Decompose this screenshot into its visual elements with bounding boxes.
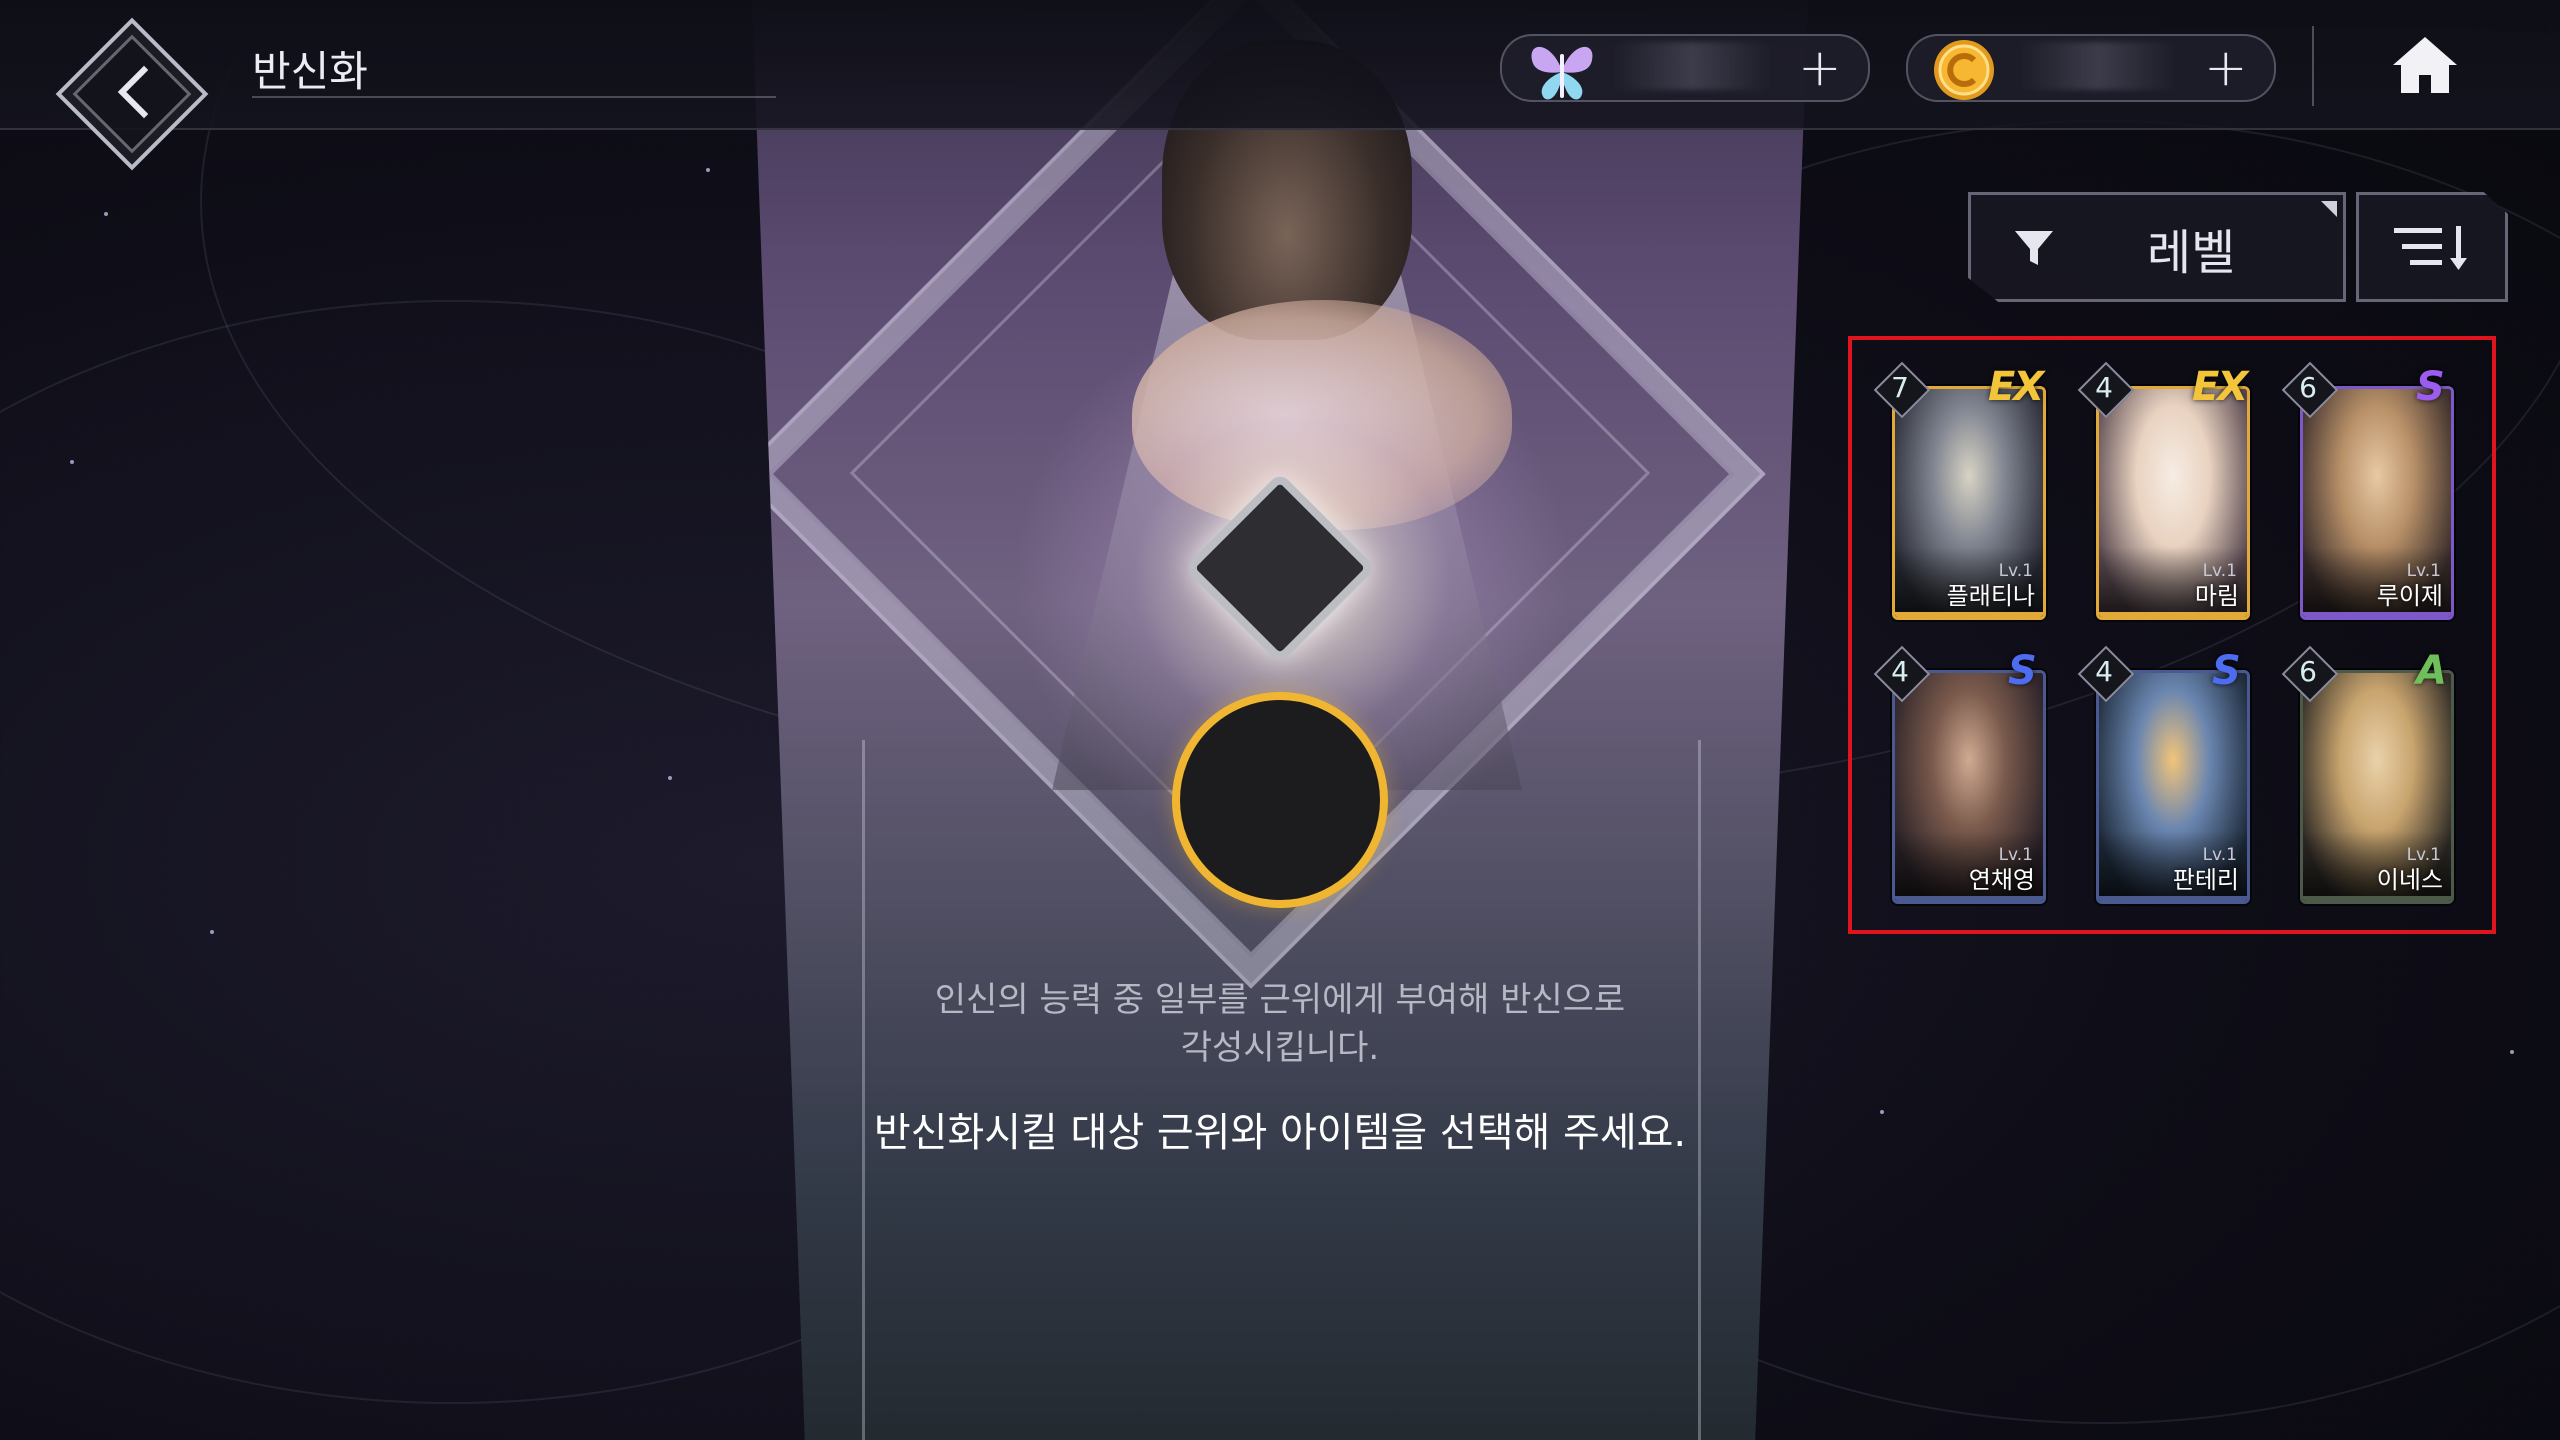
sort-icon: [2394, 226, 2467, 270]
grade-badge: A: [2416, 648, 2447, 694]
home-icon[interactable]: [2389, 33, 2461, 97]
star-count: 4: [2095, 371, 2113, 404]
star-count: 4: [2095, 655, 2113, 688]
butterfly-resource: +: [1500, 34, 1870, 102]
sort-order-button[interactable]: [2356, 192, 2508, 302]
butterfly-icon: [1520, 28, 1604, 112]
hero-card[interactable]: Lv.1 마림: [2096, 386, 2250, 620]
star-count: 6: [2299, 655, 2317, 688]
rarity-bar: [2099, 896, 2247, 901]
grade-badge: S: [2416, 364, 2445, 410]
instruction-text: 반신화시킬 대상 근위와 아이템을 선택해 주세요.: [873, 1110, 1687, 1156]
butterfly-count: [1612, 42, 1772, 90]
grade-badge: S: [2008, 648, 2037, 694]
hero-name: 플래티나: [1946, 582, 2035, 610]
rarity-bar: [2303, 896, 2451, 901]
gold-count: [2018, 42, 2178, 90]
grade-badge: EX: [2192, 364, 2248, 410]
hero-card[interactable]: Lv.1 판테리: [2096, 670, 2250, 904]
hero-card[interactable]: Lv.1 이네스: [2300, 670, 2454, 904]
description-text: 인신의 능력 중 일부를 근위에게 부여해 반신으로 각성시킵니다.: [800, 976, 1760, 1072]
top-bar: 반신화 + +: [0, 0, 2560, 171]
panel-line: [862, 740, 865, 1440]
hero-name: 마림: [2194, 582, 2239, 610]
hero-name: 판테리: [2172, 866, 2239, 894]
description-line: 각성시킵니다.: [1180, 1028, 1380, 1068]
rarity-bar: [1895, 896, 2043, 901]
hero-name: 이네스: [2376, 866, 2443, 894]
gold-resource: +: [1906, 34, 2276, 102]
rarity-bar: [2303, 612, 2451, 617]
hero-card[interactable]: Lv.1 루이제: [2300, 386, 2454, 620]
level-filter-button[interactable]: 레벨: [1968, 192, 2346, 302]
filter-icon: [2015, 231, 2053, 265]
rarity-bar: [1895, 612, 2043, 617]
dropdown-corner-icon: [2321, 201, 2337, 217]
hero-card[interactable]: Lv.1 연채영: [1892, 670, 2046, 904]
home-button[interactable]: [2382, 22, 2468, 108]
star-count: 7: [1891, 371, 1909, 404]
hero-selection-grid: Lv.1 플래티나 7 EX Lv.1 마림 4 EX Lv.1 루이제 6 S Lv.1 연채영 4 S Lv…: [1848, 336, 2496, 934]
rarity-bar: [2099, 612, 2247, 617]
star-count: 4: [1891, 655, 1909, 688]
star-count: 6: [2299, 371, 2317, 404]
grade-badge: EX: [1988, 364, 2044, 410]
add-butterfly-button[interactable]: +: [1798, 42, 1842, 94]
grade-badge: S: [2212, 648, 2241, 694]
hero-slot[interactable]: [1172, 692, 1388, 908]
divider: [2312, 26, 2314, 106]
hero-name: 연채영: [1968, 866, 2035, 894]
title-underline: [252, 96, 776, 98]
description-line: 인신의 능력 중 일부를 근위에게 부여해 반신으로: [934, 980, 1626, 1020]
hero-name: 루이제: [2376, 582, 2443, 610]
filter-label: 레벨: [2147, 225, 2236, 281]
add-gold-button[interactable]: +: [2204, 42, 2248, 94]
hero-card[interactable]: Lv.1 플래티나: [1892, 386, 2046, 620]
page-title: 반신화: [252, 47, 368, 96]
panel-line: [1698, 740, 1701, 1440]
gold-coin-icon: [1922, 28, 2006, 112]
back-arrow-icon[interactable]: [102, 56, 174, 128]
